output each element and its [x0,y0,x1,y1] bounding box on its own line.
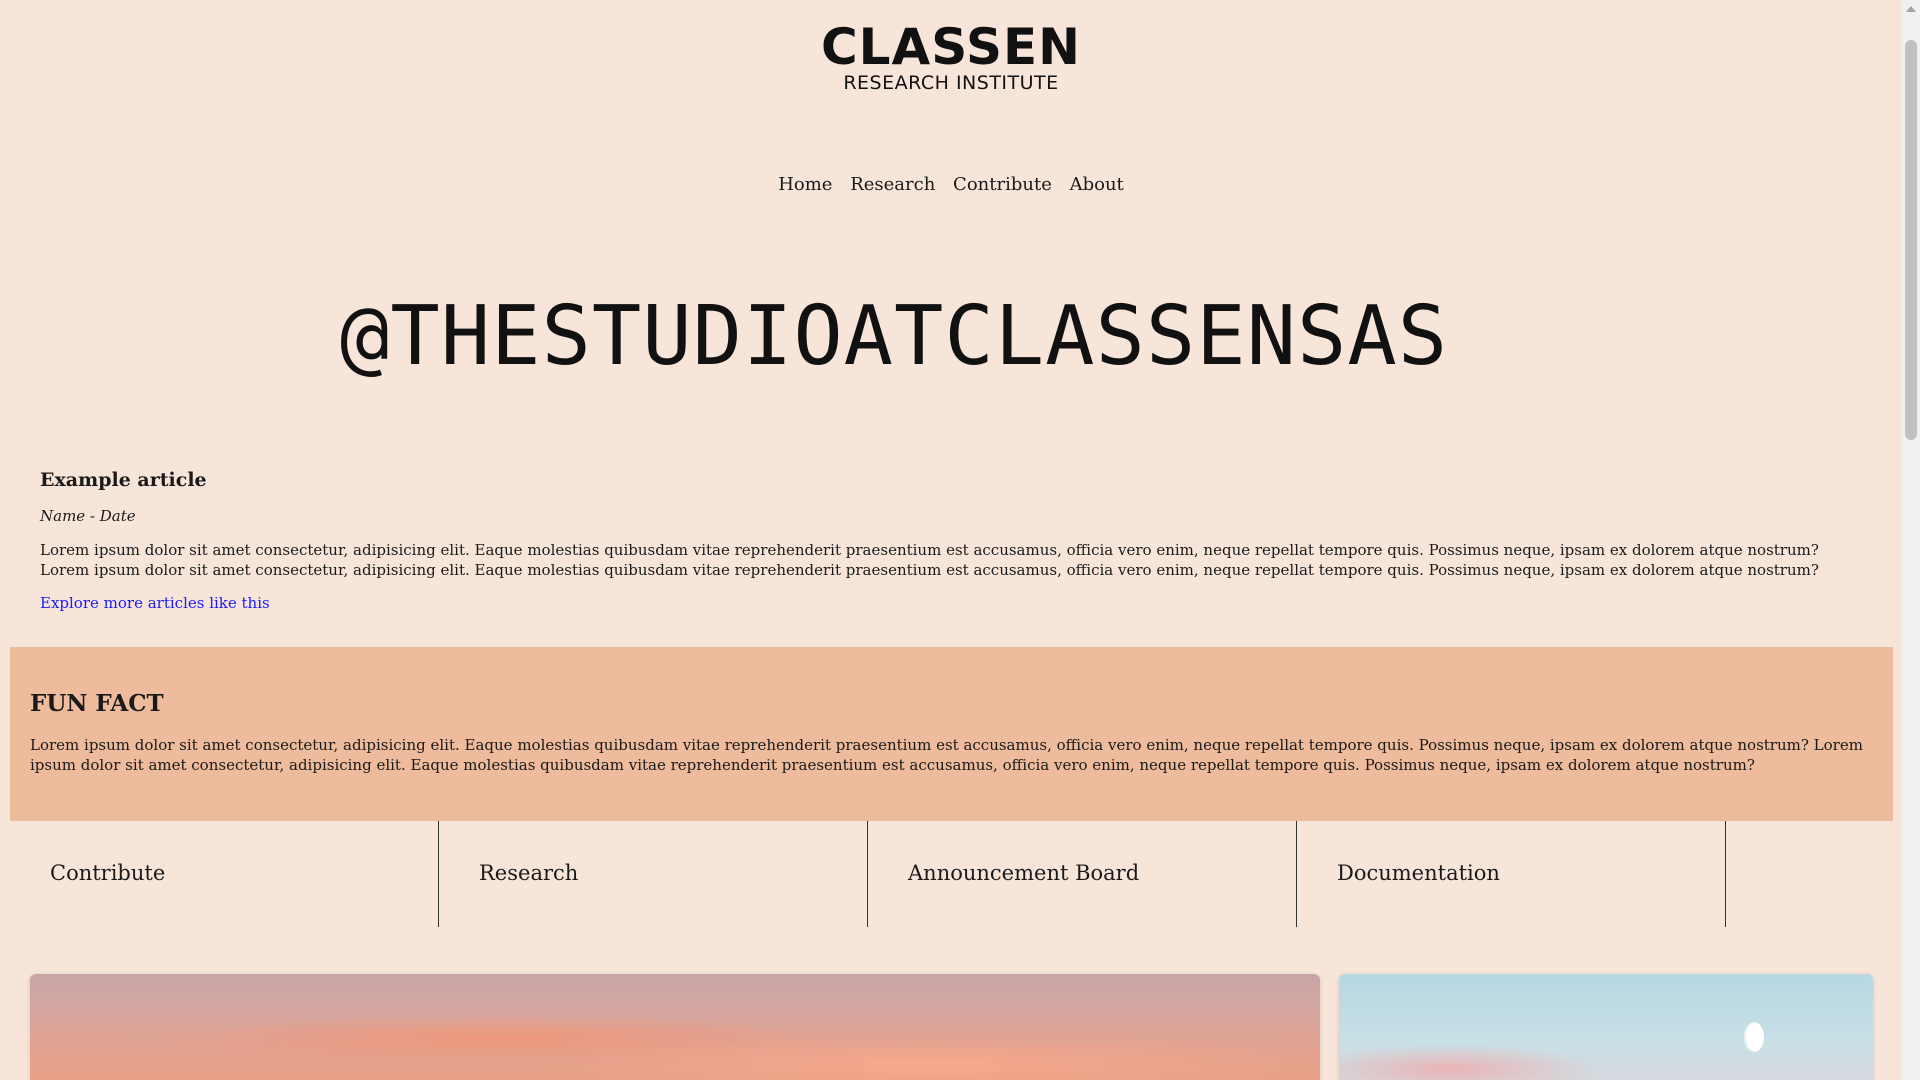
article: Example article Name - Date Lorem ipsum … [40,466,1870,612]
hero-handle: @THESTUDIOATCLASSENSAS [340,289,1449,384]
fun-fact-section: FUN FACT Lorem ipsum dolor sit amet cons… [10,647,1893,821]
box-documentation[interactable]: Documentation [1297,821,1726,927]
box-contribute[interactable]: Contribute [10,821,439,927]
nav-contribute[interactable]: Contribute [953,174,1052,195]
sky-moon-image[interactable] [1339,974,1873,1080]
article-body: Lorem ipsum dolor sit amet consectetur, … [40,541,1819,579]
logo-subtitle: RESEARCH INSTITUTE [843,72,1059,94]
sunset-image[interactable] [30,974,1320,1080]
box-research[interactable]: Research [439,821,868,927]
nav-research[interactable]: Research [850,174,935,195]
explore-more-link[interactable]: Explore more articles like this [40,594,270,612]
fun-fact-body: Lorem ipsum dolor sit amet consectetur, … [30,736,1863,774]
moon-shape [1744,1022,1764,1052]
page: CLASSEN RESEARCH INSTITUTE Home Research… [0,0,1902,1080]
main-nav: Home Research Contribute About [0,174,1902,195]
article-title: Example article [40,469,207,491]
nav-about[interactable]: About [1070,174,1124,195]
scrollbar-thumb[interactable] [1905,40,1917,440]
fun-fact-title: FUN FACT [30,690,164,717]
nav-home[interactable]: Home [778,174,832,195]
cloud-shape [1339,1044,1599,1080]
vertical-scrollbar[interactable] [1902,0,1920,1080]
box-announcement-board[interactable]: Announcement Board [868,821,1297,927]
cloud-shape [530,1034,1320,1080]
link-boxes: Contribute Research Announcement Board D… [10,821,1727,927]
article-meta: Name - Date [40,507,136,525]
logo[interactable]: CLASSEN RESEARCH INSTITUTE [0,22,1902,94]
logo-title: CLASSEN [820,18,1082,76]
scroll-up-arrow-icon[interactable] [1906,6,1916,12]
